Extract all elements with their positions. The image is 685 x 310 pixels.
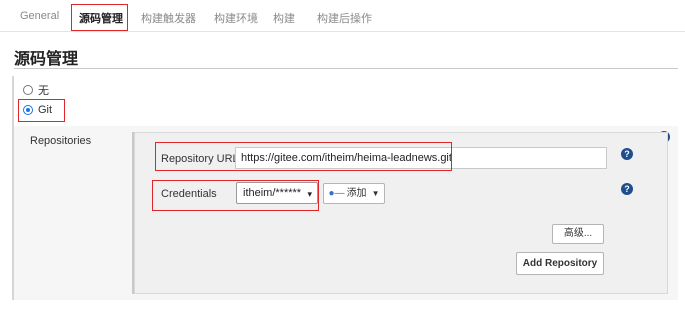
scm-option-git[interactable]: Git (23, 104, 52, 116)
repository-panel-bar (132, 132, 134, 294)
advanced-button[interactable]: 高级... (552, 224, 604, 244)
tab-build-triggers[interactable]: 构建触发器 (141, 10, 196, 26)
credentials-select[interactable]: itheim/****** ▾ (236, 182, 318, 204)
chevron-down-icon: ▾ (307, 189, 312, 199)
help-icon[interactable]: ? (621, 183, 633, 195)
add-repository-button[interactable]: Add Repository (516, 252, 604, 275)
caret-down-icon: ▼ (371, 189, 380, 198)
repository-url-input[interactable]: https://gitee.com/itheim/heima-leadnews.… (235, 147, 607, 169)
credentials-value: itheim/****** (243, 187, 302, 199)
tab-scm[interactable]: 源码管理 (79, 10, 123, 26)
tab-build[interactable]: 构建 (273, 10, 295, 26)
scm-option-none-label: 无 (38, 85, 49, 97)
radio-none[interactable] (23, 85, 33, 95)
key-icon: ●— (328, 188, 345, 199)
tab-post-build[interactable]: 构建后操作 (317, 10, 372, 26)
credentials-label: Credentials (161, 188, 217, 200)
radio-git[interactable] (23, 105, 33, 115)
config-tabs: General 源码管理 构建触发器 构建环境 构建 构建后操作 (0, 0, 685, 32)
help-icon[interactable]: ? (621, 148, 633, 160)
add-credentials-label: 添加 (346, 188, 367, 199)
scm-option-none[interactable]: 无 (23, 82, 49, 98)
add-credentials-button[interactable]: ●— 添加 ▼ (323, 183, 385, 204)
tab-build-environment[interactable]: 构建环境 (214, 10, 258, 26)
scm-option-git-label: Git (38, 104, 53, 116)
tab-general[interactable]: General (20, 10, 59, 22)
repository-url-label: Repository URL (161, 153, 239, 165)
repositories-label: Repositories (30, 135, 92, 147)
section-divider (14, 68, 678, 69)
section-title: 源码管理 (14, 51, 79, 68)
